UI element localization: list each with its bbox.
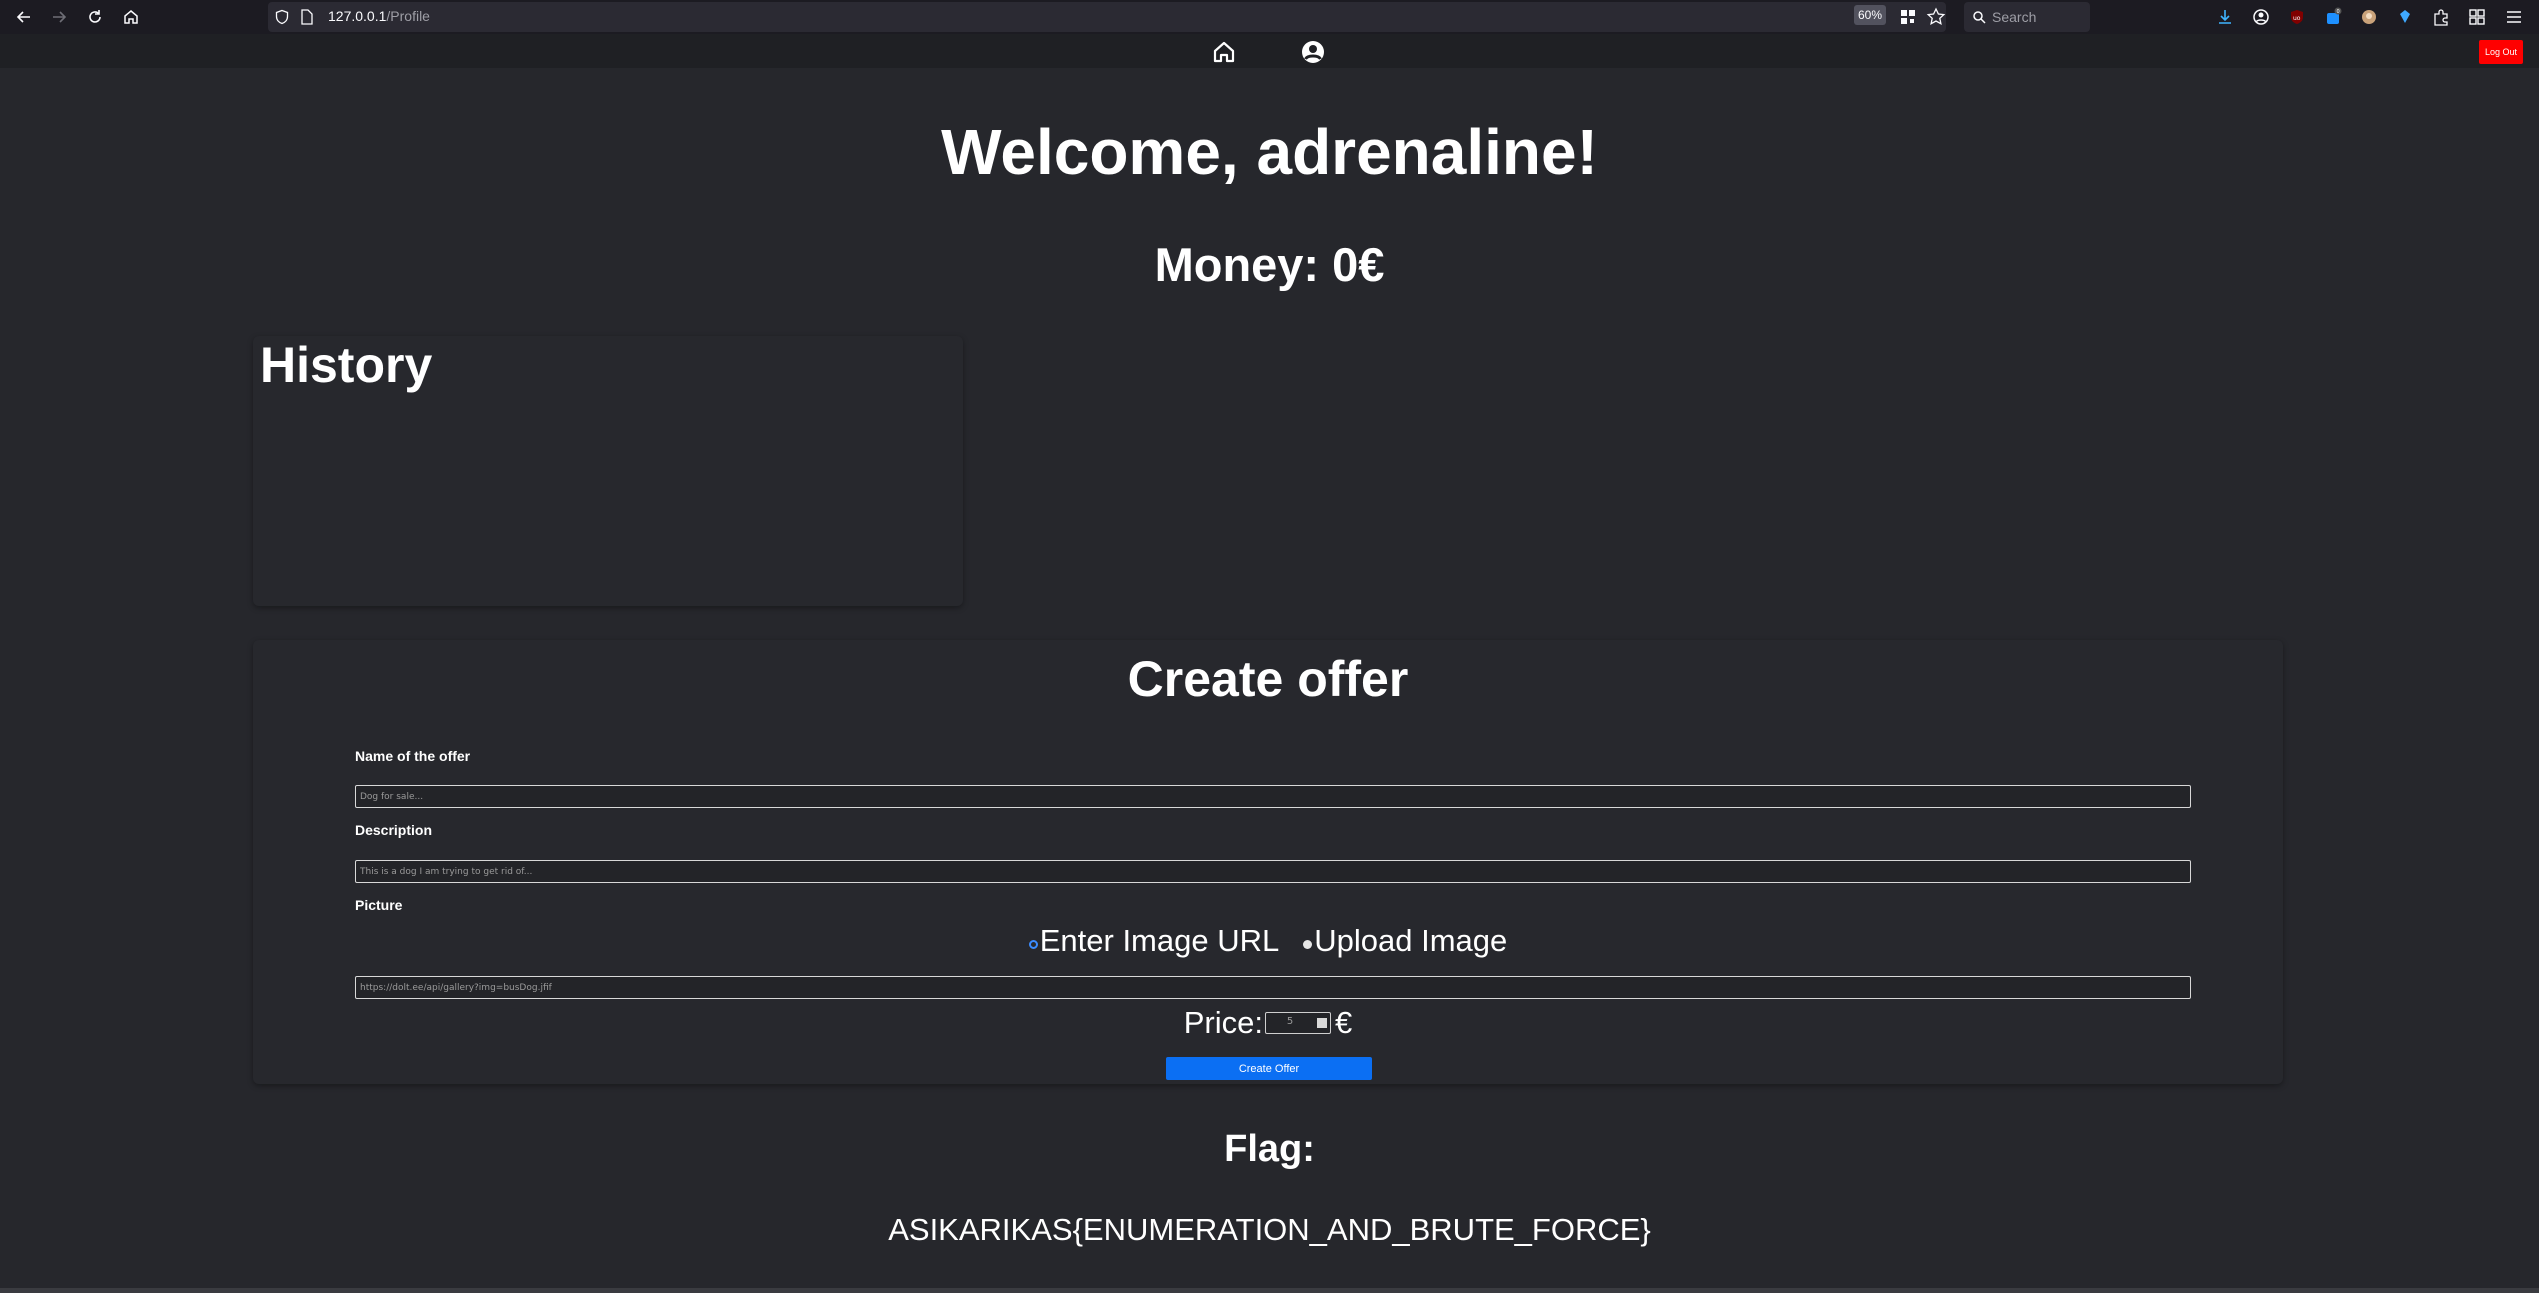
price-label: Price:	[1183, 1005, 1263, 1040]
menu-hamburger-icon[interactable]	[2503, 6, 2525, 28]
url-host: 127.0.0.1	[328, 8, 387, 24]
home-nav-icon[interactable]	[1210, 38, 1238, 66]
page-bottom-edge	[0, 1288, 2539, 1293]
reload-icon[interactable]	[83, 5, 107, 29]
logout-button[interactable]: Log Out	[2479, 40, 2523, 64]
bookmark-star-icon[interactable]	[1925, 6, 1947, 28]
back-arrow-icon[interactable]	[12, 5, 36, 29]
address-bar[interactable]: 127.0.0.1/Profile	[268, 2, 1946, 32]
price-row: Price: 5 €	[253, 1005, 2283, 1041]
description-input[interactable]	[355, 860, 2191, 883]
picture-source-radio-group: Enter Image URL Upload Image	[253, 923, 2283, 959]
offer-name-input[interactable]	[355, 785, 2191, 808]
home-icon[interactable]	[119, 5, 143, 29]
extension-badge-icon[interactable]: 0	[2322, 6, 2344, 28]
url-text[interactable]: 127.0.0.1/Profile	[328, 8, 430, 24]
shield-icon[interactable]	[274, 9, 290, 25]
download-icon[interactable]	[2214, 6, 2236, 28]
qr-code-icon[interactable]	[1897, 6, 1919, 28]
svg-text:uo: uo	[2293, 15, 2301, 22]
profile-nav-icon[interactable]	[1299, 38, 1327, 66]
offer-name-label: Name of the offer	[355, 748, 471, 764]
account-icon[interactable]	[2250, 6, 2272, 28]
price-input[interactable]: 5	[1265, 1012, 1331, 1034]
browser-toolbar: 127.0.0.1/Profile 60% Search uo 0	[0, 0, 2539, 34]
radio-url-label[interactable]: Enter Image URL	[1040, 923, 1280, 959]
radio-upload-label[interactable]: Upload Image	[1314, 923, 1507, 959]
currency-symbol: €	[1335, 1005, 1353, 1040]
create-offer-button[interactable]: Create Offer	[1166, 1057, 1372, 1080]
history-panel: History	[253, 336, 963, 606]
flag-title: Flag:	[1224, 1128, 1315, 1170]
price-spinner-icon[interactable]	[1317, 1018, 1327, 1028]
search-icon	[1973, 11, 1986, 24]
site-navbar	[0, 34, 2539, 68]
extensions-puzzle-icon[interactable]	[2430, 6, 2452, 28]
flag-value: ASIKARIKAS{ENUMERATION_AND_BRUTE_FORCE}	[888, 1212, 1651, 1247]
zoom-level-badge[interactable]: 60%	[1854, 5, 1886, 25]
money-balance: Money: 0€	[1154, 238, 1385, 291]
create-offer-panel: Create offer Name of the offer Descripti…	[253, 640, 2283, 1084]
price-value[interactable]: 5	[1266, 1016, 1314, 1027]
ublock-extension-icon[interactable]: uo	[2286, 6, 2308, 28]
gem-extension-icon[interactable]	[2394, 6, 2416, 28]
page-icon[interactable]	[300, 9, 314, 25]
image-url-input[interactable]	[355, 976, 2191, 999]
avatar-extension-icon[interactable]	[2358, 6, 2380, 28]
svg-text:0: 0	[2337, 9, 2340, 15]
apps-grid-icon[interactable]	[2466, 6, 2488, 28]
forward-arrow-icon[interactable]	[47, 5, 71, 29]
history-title: History	[260, 337, 433, 393]
radio-upload-image[interactable]: Upload Image	[1303, 923, 1507, 959]
radio-enter-image-url[interactable]: Enter Image URL	[1028, 923, 1280, 959]
radio-upload-dot[interactable]	[1303, 939, 1313, 949]
welcome-heading: Welcome, adrenaline!	[941, 116, 1598, 188]
create-offer-title: Create offer	[1127, 651, 1409, 707]
search-placeholder: Search	[1992, 9, 2037, 25]
description-label: Description	[355, 822, 433, 838]
radio-url-dot[interactable]	[1028, 939, 1038, 949]
browser-search-field[interactable]: Search	[1964, 2, 2090, 32]
url-path: /Profile	[386, 8, 430, 24]
picture-label: Picture	[355, 897, 403, 913]
